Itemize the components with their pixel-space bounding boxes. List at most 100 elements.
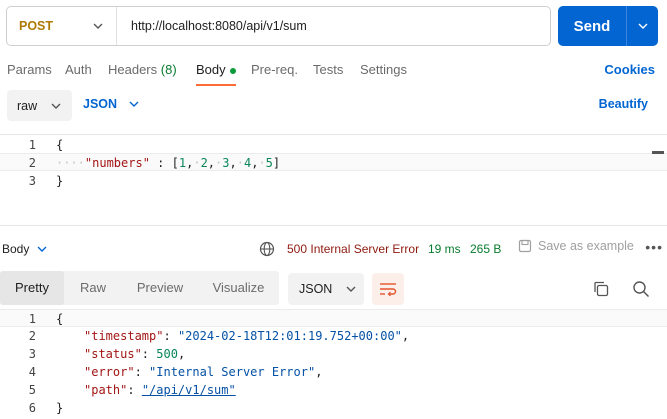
response-size[interactable]: 265 B: [470, 242, 501, 256]
editor-line-current: 2 ····"numbers" : [1,·2,·3,·4,·5]: [0, 153, 667, 171]
json-comma: ,: [315, 365, 323, 379]
tab-tests[interactable]: Tests: [313, 62, 343, 77]
line-number: 1: [28, 138, 36, 152]
status-badge[interactable]: 500 Internal Server Error: [287, 242, 419, 256]
cookies-link[interactable]: Cookies: [604, 62, 655, 77]
json-string: "2024-02-18T12:01:19.752+00:00": [177, 329, 402, 343]
line-number: 6: [28, 401, 36, 415]
response-time[interactable]: 19 ms: [428, 242, 461, 256]
json-key: "status": [84, 347, 142, 361]
tab-preview[interactable]: Preview: [122, 271, 198, 305]
response-line: 4 "error": "Internal Server Error",: [0, 363, 667, 381]
tab-visualize[interactable]: Visualize: [198, 271, 279, 305]
code-text: "path": "/api/v1/sum": [84, 383, 236, 397]
send-options-button[interactable]: [627, 6, 658, 46]
response-format-label: JSON: [299, 282, 333, 296]
code-text: "error": "Internal Server Error",: [84, 365, 323, 379]
copy-icon[interactable]: [592, 280, 610, 298]
code-text: {: [56, 312, 64, 326]
beautify-button[interactable]: Beautify: [599, 97, 648, 111]
json-number: 5: [265, 156, 273, 170]
json-key: "error": [84, 365, 135, 379]
send-button-group: Send: [558, 6, 658, 46]
code-text: }: [56, 174, 64, 188]
line-number: 3: [28, 347, 36, 361]
json-number: 1: [178, 156, 187, 170]
line-number: 2: [28, 329, 36, 343]
editor-scrollbar[interactable]: [652, 151, 664, 154]
tab-auth[interactable]: Auth: [65, 62, 92, 77]
line-number: 4: [28, 365, 36, 379]
json-colon: :: [149, 156, 172, 170]
json-number: 3: [222, 156, 230, 170]
headers-count: (8): [160, 62, 177, 77]
wrap-lines-icon: [380, 283, 397, 296]
response-line: 1 {: [0, 309, 667, 327]
globe-icon[interactable]: [259, 241, 275, 257]
tab-params[interactable]: Params: [7, 62, 52, 77]
response-view-tabs: Pretty Raw Preview Visualize: [0, 271, 279, 305]
response-status-bar: Body 500 Internal Server Error 19 ms 265…: [0, 236, 667, 262]
wrap-lines-button[interactable]: [372, 273, 404, 305]
search-icon[interactable]: [632, 280, 650, 298]
response-line: 6 }: [0, 399, 667, 417]
editor-line: 1 {: [0, 136, 667, 154]
response-line: 5 "path": "/api/v1/sum": [0, 381, 667, 399]
chevron-down-icon: [37, 246, 47, 252]
body-format-select[interactable]: JSON: [83, 97, 139, 111]
line-number: 5: [28, 383, 36, 397]
body-format-label: JSON: [83, 97, 118, 111]
code-text: ····"numbers" : [1,·2,·3,·4,·5]: [56, 156, 281, 170]
json-key: "path": [84, 383, 128, 397]
request-body-editor[interactable]: 1 { 2 ····"numbers" : [1,·2,·3,·4,·5] 3 …: [0, 134, 667, 226]
method-label: POST: [19, 19, 54, 33]
line-number: 3: [28, 174, 36, 188]
tab-pretty[interactable]: Pretty: [0, 271, 64, 305]
chevron-down-icon: [129, 101, 139, 107]
response-line: 2 "timestamp": "2024-02-18T12:01:19.752+…: [0, 327, 667, 345]
body-mode-label: raw: [17, 98, 38, 113]
editor-line: 3 }: [0, 172, 667, 190]
code-text: }: [56, 401, 64, 415]
tab-settings[interactable]: Settings: [360, 62, 407, 77]
json-comma: ,: [177, 347, 186, 361]
line-number: 2: [28, 156, 36, 170]
more-options-icon[interactable]: •••: [645, 239, 663, 255]
url-input[interactable]: http://localhost:8080/api/v1/sum: [117, 19, 307, 33]
request-tabs: Params Auth Headers (8) Body Pre-req. Te…: [0, 56, 667, 86]
json-string: "Internal Server Error": [149, 365, 316, 379]
json-number: 500: [156, 347, 178, 361]
code-text: "status": 500,: [84, 347, 186, 361]
chevron-down-icon: [93, 23, 103, 29]
method-selector[interactable]: POST: [7, 7, 117, 45]
json-number: 2: [200, 156, 208, 170]
response-body-dropdown[interactable]: Body: [2, 242, 47, 256]
send-button[interactable]: Send: [558, 18, 626, 35]
tab-headers[interactable]: Headers (8): [108, 62, 177, 77]
tab-prerequest[interactable]: Pre-req.: [251, 62, 298, 77]
json-key: "numbers": [84, 156, 150, 170]
save-icon: [518, 239, 532, 253]
url-bar: POST http://localhost:8080/api/v1/sum: [6, 6, 551, 46]
tab-raw[interactable]: Raw: [64, 271, 122, 305]
tab-headers-label: Headers: [108, 62, 158, 77]
body-mode-select[interactable]: raw: [7, 90, 72, 121]
tab-body[interactable]: Body: [196, 62, 236, 77]
response-line: 3 "status": 500,: [0, 345, 667, 363]
json-number: 4: [243, 156, 252, 170]
save-as-example-button[interactable]: Save as example: [518, 239, 634, 253]
tab-body-label: Body: [196, 62, 226, 77]
active-tab-underline: [196, 84, 236, 86]
chevron-down-icon: [638, 23, 647, 29]
code-text: "timestamp": "2024-02-18T12:01:19.752+00…: [84, 329, 410, 343]
json-path-link[interactable]: "/api/v1/sum": [142, 383, 236, 397]
body-indicator-dot: [229, 67, 236, 74]
chevron-down-icon: [51, 103, 61, 109]
response-format-select[interactable]: JSON: [288, 273, 364, 305]
line-number: 1: [28, 312, 36, 326]
json-comma: ,: [401, 329, 410, 343]
response-body-viewer[interactable]: 1 { 2 "timestamp": "2024-02-18T12:01:19.…: [0, 309, 667, 419]
chevron-down-icon: [346, 286, 356, 292]
code-text: {: [56, 138, 64, 152]
json-key: "timestamp": [84, 329, 164, 343]
